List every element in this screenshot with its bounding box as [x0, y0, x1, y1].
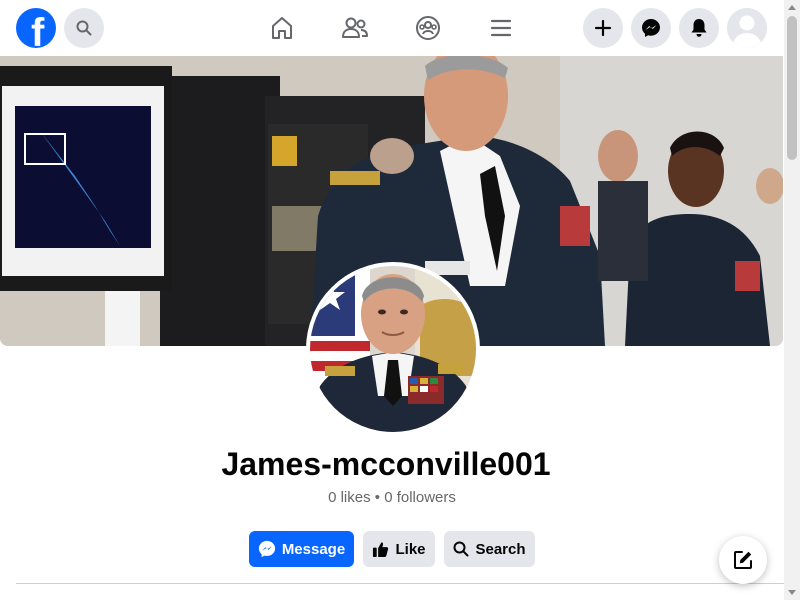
page-title: James-mcconville001 [221, 446, 551, 482]
compose-icon [734, 551, 752, 569]
profile-photo-illustration [310, 266, 476, 432]
search-page-button[interactable]: Search [444, 531, 535, 567]
groups-icon[interactable] [414, 14, 442, 42]
facebook-logo-icon[interactable]: f [16, 8, 56, 48]
avatar-icon [727, 8, 767, 48]
like-button[interactable]: Like [363, 531, 435, 567]
search-icon [453, 541, 469, 557]
notifications-button[interactable] [679, 8, 719, 48]
page-stats: 0 likes • 0 followers [328, 489, 456, 506]
create-button[interactable] [583, 8, 623, 48]
scrollbar-thumb[interactable] [787, 16, 797, 160]
profile-picture[interactable] [306, 262, 480, 436]
top-navigation-bar: f [0, 0, 784, 56]
notifications-icon [691, 19, 707, 37]
thumbs-up-icon [373, 541, 389, 557]
plus-icon [594, 19, 612, 37]
section-divider [16, 583, 784, 584]
new-message-button[interactable] [719, 536, 767, 584]
like-button-label: Like [395, 540, 426, 558]
search-button[interactable] [64, 8, 104, 48]
messenger-button[interactable] [631, 8, 671, 48]
message-button-label: Message [281, 540, 346, 558]
friends-icon[interactable] [341, 14, 369, 42]
home-icon[interactable] [268, 14, 296, 42]
messenger-icon [642, 19, 660, 37]
scroll-down-arrow-icon[interactable] [788, 590, 796, 595]
account-avatar[interactable] [727, 8, 767, 48]
search-icon [76, 20, 92, 36]
facebook-logo-glyph: f [31, 11, 45, 48]
message-button[interactable]: Message [249, 531, 354, 567]
scroll-up-arrow-icon[interactable] [788, 5, 796, 10]
search-button-label: Search [475, 540, 526, 558]
messenger-icon [258, 540, 275, 558]
page-scrollbar[interactable] [784, 0, 800, 600]
menu-icon[interactable] [487, 14, 515, 42]
